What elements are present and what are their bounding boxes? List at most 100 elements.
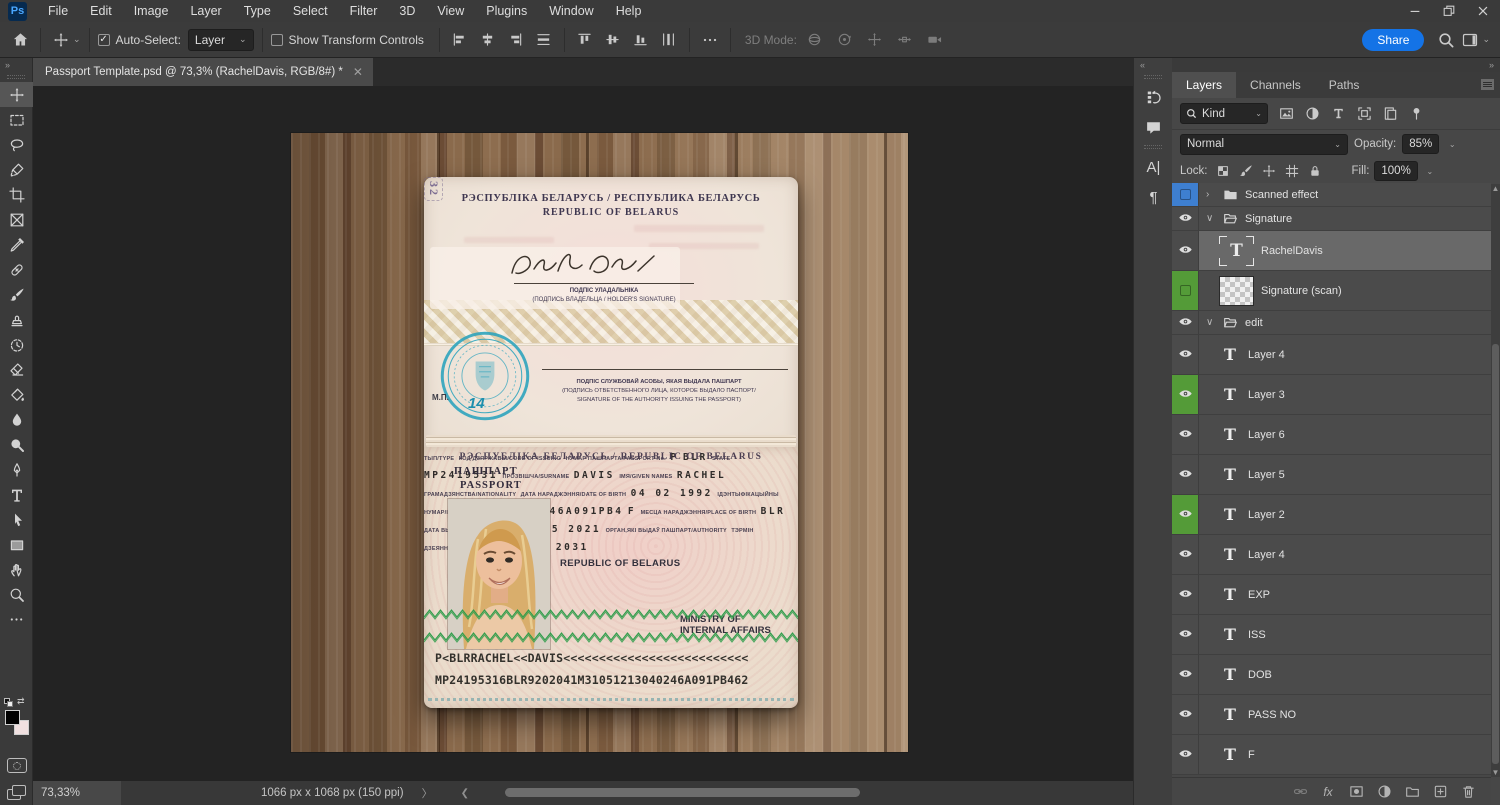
layer-visibility-toggle[interactable] <box>1172 735 1199 774</box>
layer-row[interactable]: T RachelDavis <box>1172 231 1491 271</box>
edit-toolbar-icon[interactable] <box>0 607 33 632</box>
layer-visibility-toggle[interactable] <box>1172 655 1199 694</box>
layer-row[interactable]: T Layer 4 <box>1172 335 1491 375</box>
menu-window[interactable]: Window <box>538 0 604 22</box>
distribute-vertical-icon[interactable] <box>657 28 681 52</box>
minimize-button[interactable] <box>1398 0 1432 22</box>
menu-file[interactable]: File <box>37 0 79 22</box>
layer-row[interactable]: T Layer 5 <box>1172 455 1491 495</box>
new-group-icon[interactable] <box>1403 783 1421 801</box>
opacity-field[interactable]: 85% <box>1402 134 1440 154</box>
panel-menu-icon[interactable] <box>1481 79 1494 90</box>
layer-row[interactable]: TF <box>1172 735 1491 775</box>
layer-row[interactable]: T ISS <box>1172 615 1491 655</box>
layer-row[interactable]: T Layer 6 <box>1172 415 1491 455</box>
opacity-chevron-icon[interactable]: ⌄ <box>1445 134 1459 154</box>
quick-mask-button[interactable] <box>7 758 27 773</box>
lock-artboard-icon[interactable] <box>1282 162 1302 180</box>
rectangular-marquee-tool[interactable] <box>0 107 33 132</box>
filter-adjustment-layers-icon[interactable] <box>1301 104 1323 124</box>
tab-channels[interactable]: Channels <box>1236 72 1315 98</box>
delete-layer-icon[interactable] <box>1459 783 1477 801</box>
filter-shape-layers-icon[interactable] <box>1353 104 1375 124</box>
menu-help[interactable]: Help <box>605 0 653 22</box>
3d-camera-icon[interactable] <box>923 28 947 52</box>
gradient-tool[interactable] <box>0 382 33 407</box>
filter-smart-objects-icon[interactable] <box>1379 104 1401 124</box>
filter-type-layers-icon[interactable] <box>1327 104 1349 124</box>
horizontal-scrollbar-thumb[interactable] <box>505 788 860 797</box>
canvas-area[interactable]: 32 РЭСПУБЛІКА БЕЛАРУСЬ / РЕСПУБЛИКА БЕЛА… <box>33 86 1133 781</box>
layer-visibility-toggle[interactable] <box>1172 695 1199 734</box>
align-middle-icon[interactable] <box>601 28 625 52</box>
type-tool[interactable] <box>0 482 33 507</box>
close-button[interactable] <box>1466 0 1500 22</box>
layer-style-icon[interactable]: fx <box>1319 783 1337 801</box>
menu-type[interactable]: Type <box>233 0 282 22</box>
layer-visibility-toggle[interactable] <box>1172 415 1199 454</box>
layer-visibility-toggle[interactable] <box>1172 575 1199 614</box>
paragraph-panel-icon[interactable]: ¶ <box>1134 182 1173 212</box>
tab-layers[interactable]: Layers <box>1172 72 1237 98</box>
pen-tool[interactable] <box>0 457 33 482</box>
spot-healing-brush-tool[interactable] <box>0 257 33 282</box>
eyedropper-tool[interactable] <box>0 232 33 257</box>
layer-row[interactable]: ∨ edit <box>1172 311 1491 335</box>
lock-all-icon[interactable] <box>1305 162 1325 180</box>
history-brush-tool[interactable] <box>0 332 33 357</box>
menu-view[interactable]: View <box>426 0 475 22</box>
menu-filter[interactable]: Filter <box>339 0 389 22</box>
layer-row[interactable]: › Scanned effect <box>1172 183 1491 207</box>
scroll-up-icon[interactable]: ▲ <box>1491 184 1500 193</box>
link-layers-icon[interactable] <box>1291 783 1309 801</box>
screen-mode-button[interactable] <box>7 785 27 801</box>
auto-select-checkbox[interactable]: ✓ <box>97 33 110 46</box>
align-right-icon[interactable] <box>504 28 528 52</box>
layer-row[interactable]: T EXP <box>1172 575 1491 615</box>
character-panel-icon[interactable]: A| <box>1134 152 1173 182</box>
dock-expand-icon[interactable]: « <box>1134 58 1172 72</box>
chevron-down-icon[interactable]: ∨ <box>1206 317 1216 328</box>
menu-image[interactable]: Image <box>123 0 180 22</box>
kind-filter-dropdown[interactable]: Kind ⌄ <box>1180 103 1268 124</box>
layer-row[interactable]: Signature (scan) <box>1172 271 1491 311</box>
panel-collapse-icon[interactable]: » <box>1172 58 1500 72</box>
show-transform-checkbox[interactable] <box>270 33 283 46</box>
chevron-down-icon[interactable]: ⌄ <box>73 34 81 45</box>
menu-layer[interactable]: Layer <box>179 0 232 22</box>
home-icon[interactable] <box>8 28 32 52</box>
document-info[interactable]: 1066 px x 1068 px (150 ppi) 〉 <box>261 785 433 801</box>
status-chevron-icon[interactable]: 〉 <box>422 785 433 801</box>
layer-visibility-toggle[interactable] <box>1172 311 1199 334</box>
scrollbar-thumb[interactable] <box>1492 344 1499 764</box>
lasso-tool[interactable] <box>0 132 33 157</box>
history-panel-icon[interactable] <box>1134 82 1173 112</box>
chevron-down-icon[interactable]: ∨ <box>1206 213 1216 224</box>
3d-pan-icon[interactable] <box>863 28 887 52</box>
comments-panel-icon[interactable] <box>1134 112 1173 142</box>
eraser-tool[interactable] <box>0 357 33 382</box>
lock-transparency-icon[interactable] <box>1213 162 1233 180</box>
tools-expand-icon[interactable]: » <box>0 58 32 72</box>
document-tab[interactable]: Passport Template.psd @ 73,3% (RachelDav… <box>33 58 373 86</box>
rectangle-tool[interactable] <box>0 532 33 557</box>
foreground-color-swatch[interactable] <box>5 710 20 725</box>
layer-visibility-toggle[interactable] <box>1172 455 1199 494</box>
layer-visibility-toggle[interactable] <box>1172 495 1199 534</box>
crop-tool[interactable] <box>0 182 33 207</box>
3d-orbit-icon[interactable] <box>803 28 827 52</box>
fill-chevron-icon[interactable]: ⌄ <box>1423 161 1437 181</box>
lock-position-icon[interactable] <box>1259 162 1279 180</box>
layer-row[interactable]: T DOB <box>1172 655 1491 695</box>
frame-tool[interactable] <box>0 207 33 232</box>
3d-slide-icon[interactable] <box>893 28 917 52</box>
search-icon[interactable] <box>1434 28 1458 52</box>
restore-button[interactable] <box>1432 0 1466 22</box>
layer-visibility-toggle[interactable] <box>1172 183 1199 206</box>
layer-row[interactable]: ∨ Signature <box>1172 207 1491 231</box>
menu-edit[interactable]: Edit <box>79 0 123 22</box>
tools-grip[interactable] <box>7 75 25 79</box>
layer-visibility-toggle[interactable] <box>1172 375 1199 414</box>
zoom-tool[interactable] <box>0 582 33 607</box>
swap-colors-icon[interactable]: ⇄ <box>17 696 25 707</box>
